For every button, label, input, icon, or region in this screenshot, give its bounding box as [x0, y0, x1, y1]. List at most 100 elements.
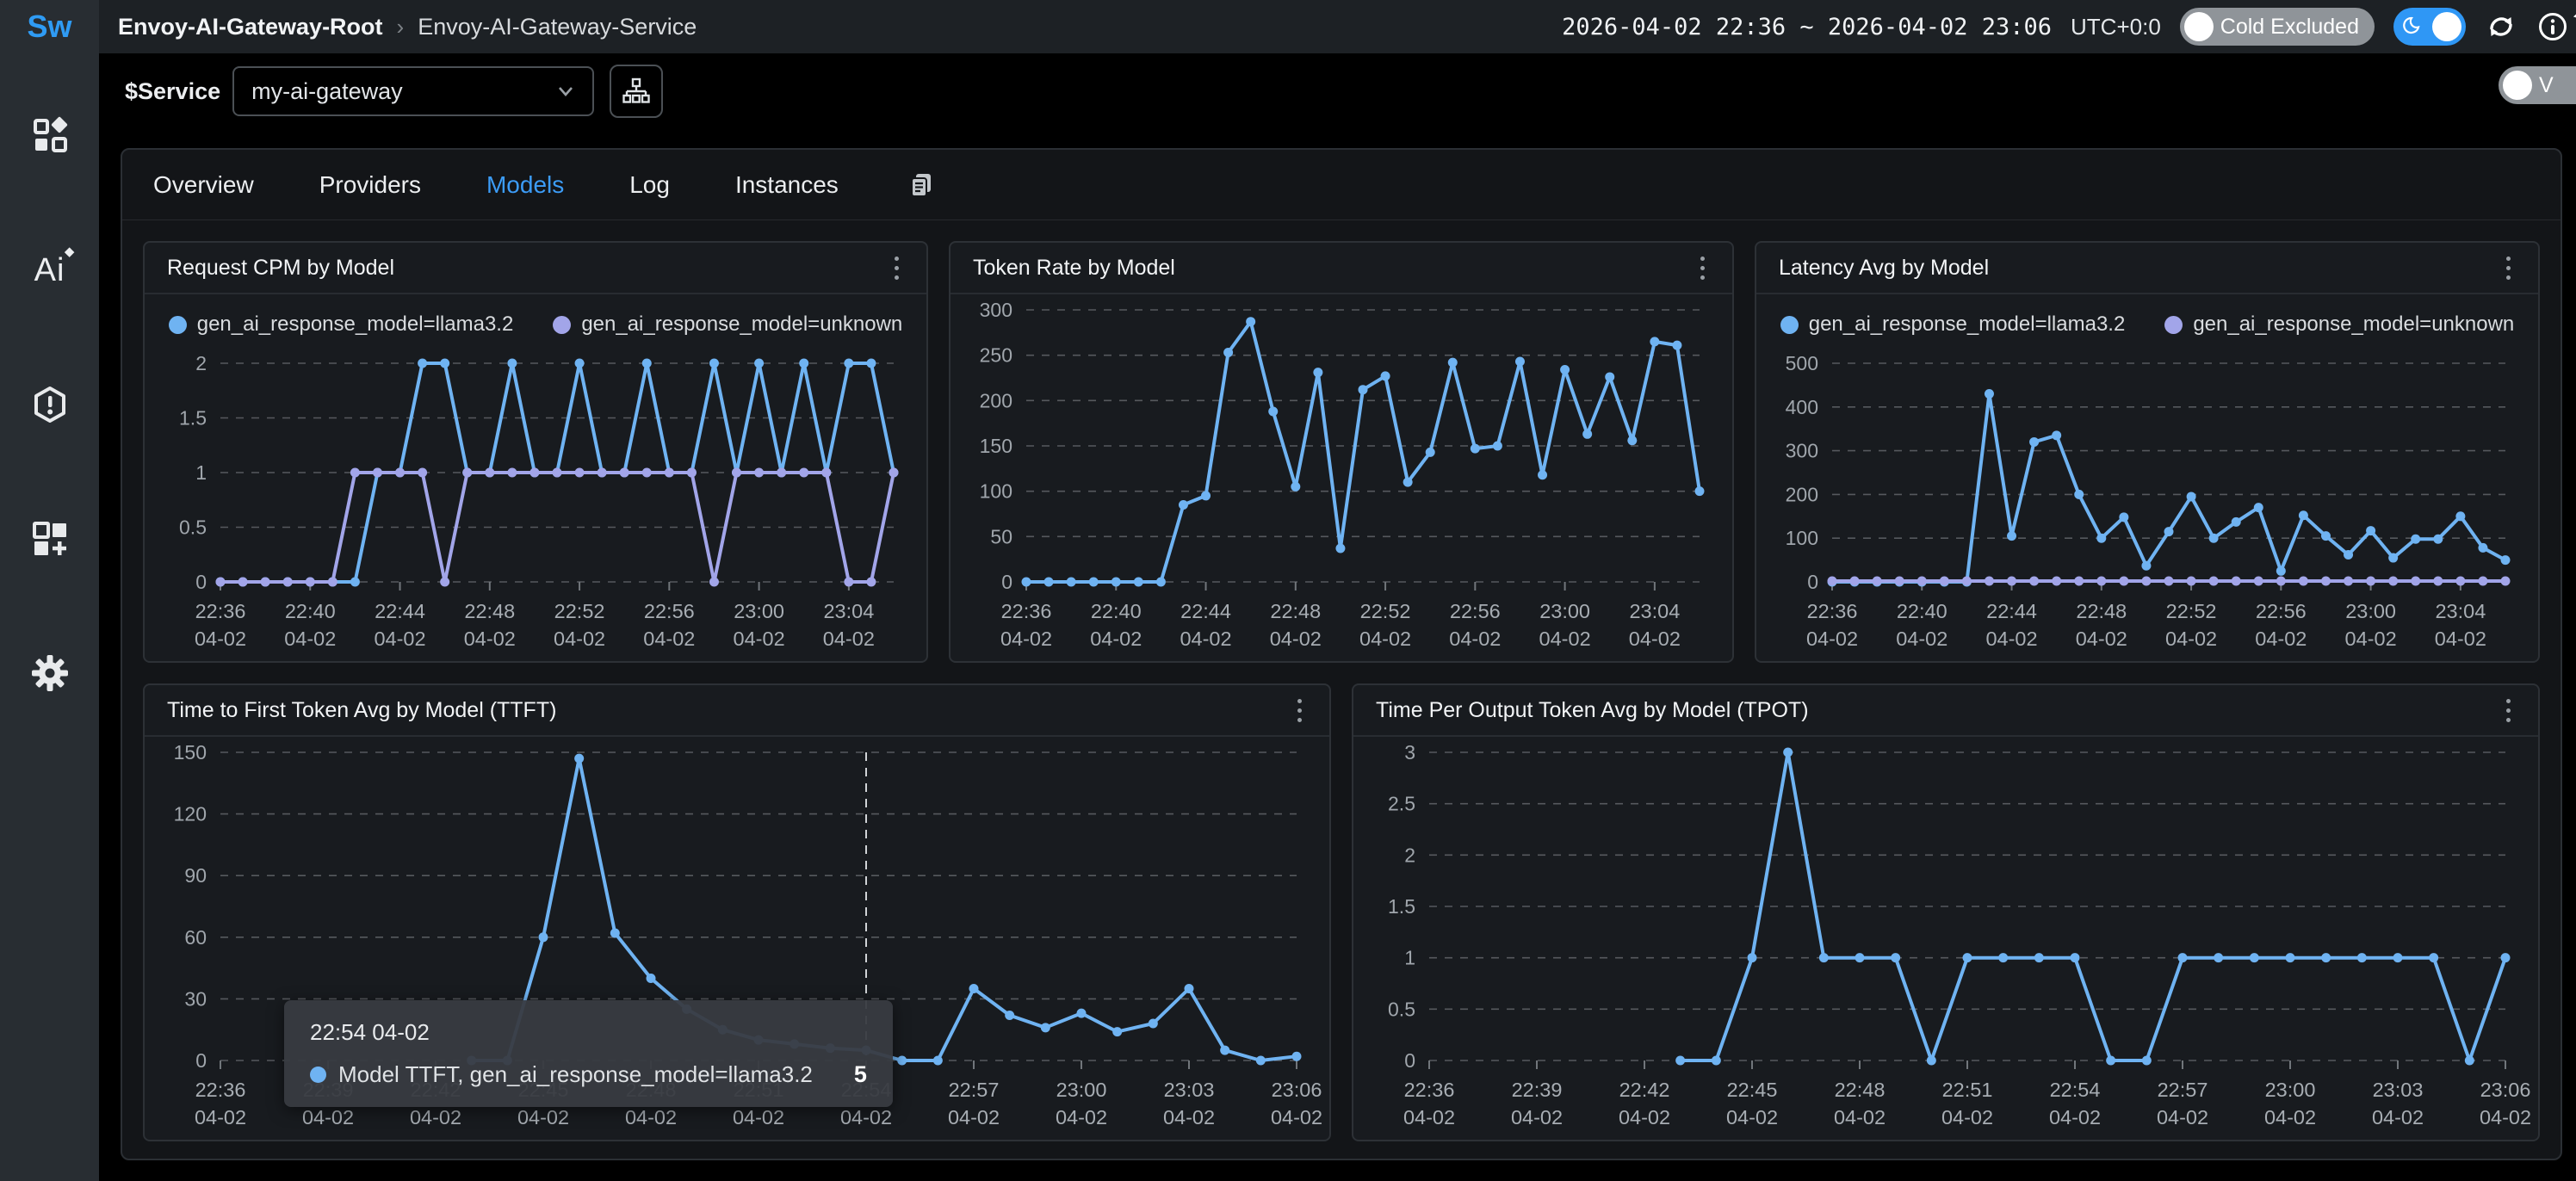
- cold-excluded-label: Cold Excluded: [2220, 15, 2359, 40]
- tab-overview[interactable]: Overview: [153, 171, 254, 199]
- svg-text:04-02: 04-02: [1163, 1106, 1215, 1128]
- svg-text:22:52: 22:52: [1360, 600, 1411, 622]
- svg-text:150: 150: [174, 741, 207, 764]
- svg-text:22:56: 22:56: [1450, 600, 1501, 622]
- svg-text:04-02: 04-02: [1449, 628, 1501, 650]
- card-menu-kebab-icon[interactable]: [889, 251, 904, 285]
- service-select-value: my-ai-gateway: [251, 78, 554, 105]
- svg-text:100: 100: [1786, 527, 1818, 549]
- svg-text:04-02: 04-02: [734, 628, 785, 650]
- svg-text:0.5: 0.5: [1388, 998, 1415, 1020]
- app-logo[interactable]: Sw ): [0, 0, 99, 53]
- chart-canvas-tpot[interactable]: 00.511.522.5322:3604-0222:3904-0222:4204…: [1353, 737, 2538, 1140]
- svg-text:04-02: 04-02: [284, 628, 336, 650]
- svg-text:23:00: 23:00: [1539, 600, 1590, 622]
- tab-log[interactable]: Log: [629, 171, 670, 199]
- tab-models[interactable]: Models: [486, 171, 564, 199]
- dashboard-blocks-icon: [30, 116, 70, 156]
- breadcrumb-current[interactable]: Envoy-AI-Gateway-Service: [418, 14, 697, 40]
- svg-text:22:36: 22:36: [1807, 600, 1858, 622]
- chart-card-token-rate: Token Rate by Model 05010015020025030022…: [949, 241, 1734, 663]
- svg-text:1.5: 1.5: [179, 407, 207, 430]
- sidebar-item-settings[interactable]: [29, 652, 71, 694]
- chart-canvas-token-rate[interactable]: 05010015020025030022:3604-0222:4004-0222…: [951, 294, 1732, 661]
- svg-text:04-02: 04-02: [1271, 1106, 1322, 1128]
- sidebar-item-dashboards[interactable]: [29, 518, 71, 560]
- svg-text:04-02: 04-02: [840, 1106, 892, 1128]
- chart-svg: 00.511.5222:3604-0222:4004-0222:4404-022…: [145, 348, 926, 661]
- svg-text:23:04: 23:04: [823, 600, 874, 622]
- svg-text:300: 300: [980, 299, 1012, 321]
- card-title: Time to First Token Avg by Model (TTFT): [167, 698, 556, 723]
- svg-text:04-02: 04-02: [1941, 1106, 1993, 1128]
- svg-text:04-02: 04-02: [625, 1106, 677, 1128]
- card-menu-kebab-icon[interactable]: [2501, 251, 2516, 285]
- view-toggle-label: V: [2539, 73, 2554, 98]
- svg-text:04-02: 04-02: [1806, 628, 1858, 650]
- topology-button[interactable]: [610, 65, 663, 118]
- dark-mode-toggle[interactable]: [2393, 8, 2466, 46]
- timezone-label[interactable]: UTC+0:0: [2071, 14, 2161, 40]
- tab-instances[interactable]: Instances: [735, 171, 839, 199]
- chart-card-request-cpm: Request CPM by Model gen_ai_response_mod…: [143, 241, 928, 663]
- svg-text:22:39: 22:39: [1512, 1079, 1563, 1101]
- svg-text:22:40: 22:40: [1897, 600, 1947, 622]
- time-range[interactable]: 2026-04-02 22:36 ~ 2026-04-02 23:06: [1562, 14, 2052, 40]
- legend-item[interactable]: gen_ai_response_model=unknown: [2164, 312, 2514, 337]
- card-menu-kebab-icon[interactable]: [1292, 694, 1307, 727]
- card-menu-kebab-icon[interactable]: [2501, 694, 2516, 727]
- svg-text:0: 0: [195, 1049, 207, 1072]
- sidebar-item-ai[interactable]: Ai◆: [29, 250, 71, 291]
- toggle-knob: [2432, 12, 2461, 41]
- toggle-knob: [2184, 12, 2214, 41]
- svg-text:04-02: 04-02: [1180, 628, 1231, 650]
- chart-canvas-request-cpm[interactable]: 00.511.5222:3604-0222:4004-0222:4404-022…: [145, 348, 926, 661]
- svg-text:04-02: 04-02: [1985, 628, 2037, 650]
- legend-item[interactable]: gen_ai_response_model=llama3.2: [169, 312, 514, 337]
- svg-text:04-02: 04-02: [1539, 628, 1591, 650]
- legend-item[interactable]: gen_ai_response_model=llama3.2: [1780, 312, 2126, 337]
- chart-tooltip: 22:54 04-02 Model TTFT, gen_ai_response_…: [284, 1000, 893, 1107]
- svg-text:22:45: 22:45: [1727, 1079, 1778, 1101]
- svg-text:04-02: 04-02: [2255, 628, 2307, 650]
- tooltip-series-label: Model TTFT, gen_ai_response_model=llama3…: [338, 1061, 813, 1088]
- svg-text:0: 0: [1807, 571, 1818, 593]
- logo-text: Sw: [27, 9, 71, 45]
- refresh-button[interactable]: [2485, 10, 2517, 43]
- ai-icon: Ai◆: [34, 252, 65, 289]
- svg-text:150: 150: [980, 435, 1012, 457]
- svg-text:04-02: 04-02: [1896, 628, 1947, 650]
- svg-text:22:40: 22:40: [1091, 600, 1142, 622]
- cold-excluded-toggle[interactable]: Cold Excluded: [2180, 8, 2375, 46]
- svg-text:22:44: 22:44: [375, 600, 425, 622]
- legend-label: gen_ai_response_model=unknown: [581, 312, 902, 337]
- info-button[interactable]: [2536, 10, 2569, 43]
- copy-pages-icon[interactable]: [907, 170, 937, 200]
- sidebar-item-alerting[interactable]: [29, 384, 71, 425]
- service-select[interactable]: my-ai-gateway: [232, 66, 594, 116]
- svg-text:04-02: 04-02: [1359, 628, 1411, 650]
- svg-text:2: 2: [195, 352, 207, 374]
- chart-card-tpot: Time Per Output Token Avg by Model (TPOT…: [1352, 683, 2540, 1141]
- svg-text:22:51: 22:51: [1942, 1079, 1993, 1101]
- legend-dot-icon: [169, 316, 187, 334]
- tooltip-value: 5: [854, 1061, 867, 1088]
- tab-providers[interactable]: Providers: [319, 171, 421, 199]
- chart-legend: gen_ai_response_model=llama3.2 gen_ai_res…: [1756, 301, 2538, 348]
- svg-text:0: 0: [195, 571, 207, 593]
- topology-icon: [622, 77, 651, 106]
- chart-canvas-latency-avg[interactable]: 010020030040050022:3604-0222:4004-0222:4…: [1756, 348, 2538, 661]
- svg-text:04-02: 04-02: [1000, 628, 1052, 650]
- legend-item[interactable]: gen_ai_response_model=unknown: [553, 312, 902, 337]
- svg-text:04-02: 04-02: [410, 1106, 461, 1128]
- svg-text:04-02: 04-02: [2480, 1106, 2531, 1128]
- refresh-icon: [2486, 11, 2517, 42]
- chart-card-ttft: Time to First Token Avg by Model (TTFT) …: [143, 683, 1331, 1141]
- sidebar-item-marketplace[interactable]: [29, 115, 71, 157]
- svg-text:22:44: 22:44: [1180, 600, 1231, 622]
- breadcrumb-root[interactable]: Envoy-AI-Gateway-Root: [118, 14, 383, 40]
- card-menu-kebab-icon[interactable]: [1695, 251, 1710, 285]
- svg-text:04-02: 04-02: [2435, 628, 2486, 650]
- view-toggle[interactable]: V: [2499, 66, 2576, 104]
- chart-svg: 00.511.522.5322:3604-0222:3904-0222:4204…: [1353, 737, 2538, 1140]
